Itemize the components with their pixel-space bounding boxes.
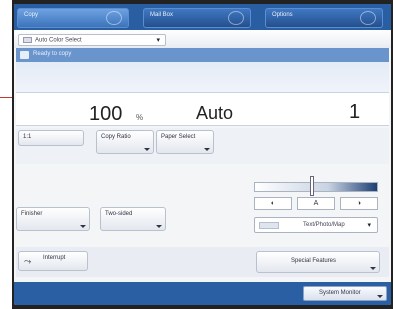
status-message: Ready to copy xyxy=(33,51,72,57)
copier-icon xyxy=(20,51,29,59)
density-auto-label: A xyxy=(313,200,319,207)
density-darker-label: ◑ xyxy=(356,200,362,207)
tab-copy[interactable]: Copy xyxy=(17,8,129,28)
image-type-icon xyxy=(259,222,279,229)
tab-options[interactable]: Options xyxy=(265,8,383,28)
density-auto-button[interactable]: A xyxy=(297,197,335,210)
special-features-button[interactable]: Special Features xyxy=(256,251,380,273)
special-features-arrow-icon xyxy=(370,267,376,270)
copy-ratio-arrow-icon xyxy=(144,148,150,151)
density-darker-button[interactable]: ◑ xyxy=(340,197,378,210)
finisher-button[interactable]: Finisher xyxy=(16,207,90,231)
density-lighter-label: ◐ xyxy=(270,200,276,207)
color-mode-select[interactable]: Auto Color Select ▾ xyxy=(18,34,166,46)
chevron-down-icon: ▾ xyxy=(367,222,371,229)
message-area xyxy=(16,62,389,92)
paper-select-button[interactable]: Paper Select xyxy=(156,130,214,154)
tab-mail-box[interactable]: Mail Box xyxy=(143,8,251,28)
density-slider[interactable] xyxy=(254,182,378,192)
paper-select-label: Paper Select xyxy=(161,134,196,140)
interrupt-button[interactable]: Interrupt ⤳ xyxy=(18,251,88,271)
density-slider-handle[interactable] xyxy=(310,176,314,196)
copy-ratio-button[interactable]: Copy Ratio xyxy=(96,130,154,154)
two-sided-button[interactable]: Two-sided xyxy=(100,207,166,231)
chevron-down-icon: ▾ xyxy=(156,37,160,44)
color-mode-label: Auto Color Select xyxy=(35,37,82,44)
paper-select-arrow-icon xyxy=(204,148,210,151)
one-to-one-button[interactable]: 1:1 xyxy=(18,130,84,146)
one-to-one-label: 1:1 xyxy=(23,134,32,140)
color-mode-row: Auto Color Select ▾ xyxy=(14,30,391,48)
copy-settings-display: 100 % Auto 1 xyxy=(16,92,389,126)
system-monitor-label: System Monitor xyxy=(319,290,361,296)
tab-mail-box-label: Mail Box xyxy=(150,12,174,18)
special-features-label: Special Features xyxy=(291,258,337,264)
finisher-arrow-icon xyxy=(80,225,86,228)
options-tab-icon xyxy=(360,11,376,25)
copy-count-value: 1 xyxy=(349,101,361,123)
mail-box-tab-icon xyxy=(228,11,244,25)
tab-options-label: Options xyxy=(272,12,293,18)
interrupt-label: Interrupt xyxy=(43,255,66,261)
system-monitor-arrow-icon xyxy=(377,295,383,298)
color-mode-icon xyxy=(23,37,32,43)
copy-ratio-label: Copy Ratio xyxy=(101,134,131,140)
density-lighter-button[interactable]: ◐ xyxy=(254,197,292,210)
status-bar: System Monitor xyxy=(14,282,391,305)
image-type-label: Text/Photo/Map xyxy=(303,222,345,228)
system-monitor-button[interactable]: System Monitor xyxy=(303,286,387,301)
two-sided-label: Two-sided xyxy=(105,211,133,217)
finisher-label: Finisher xyxy=(21,211,43,217)
interrupt-row: Interrupt ⤳ Special Features xyxy=(16,247,389,277)
copy-tab-icon xyxy=(106,11,122,25)
two-sided-arrow-icon xyxy=(156,225,162,228)
tab-bar: Copy Mail Box Options xyxy=(14,4,391,30)
copy-ratio-value: 100 xyxy=(89,103,123,125)
interrupt-icon: ⤳ xyxy=(24,256,32,266)
paper-size-value: Auto xyxy=(196,103,234,123)
status-message-bar: Ready to copy xyxy=(16,48,389,62)
callout-line xyxy=(0,97,12,98)
image-type-select[interactable]: Text/Photo/Map ▾ xyxy=(254,217,378,233)
ratio-paper-row: 1:1 Copy Ratio Paper Select xyxy=(16,128,389,164)
copy-screen: Copy Mail Box Options Auto Color Select … xyxy=(14,4,391,305)
tab-copy-label: Copy xyxy=(24,12,39,18)
copy-ratio-unit: % xyxy=(136,113,144,122)
